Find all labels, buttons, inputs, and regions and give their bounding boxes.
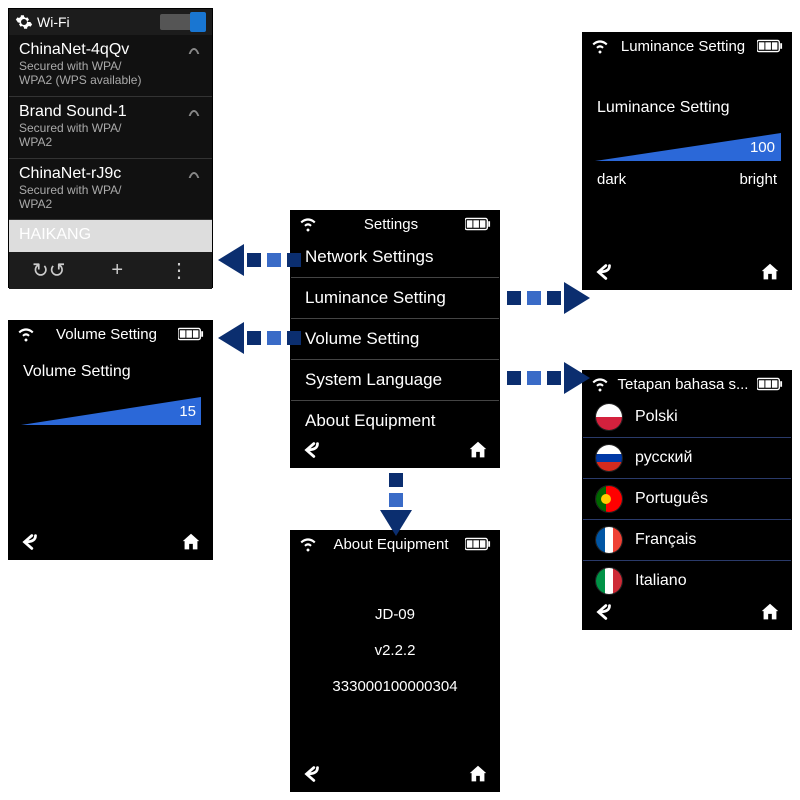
more-icon[interactable]: ⋮ [169,258,189,283]
flag-fr-icon [595,526,623,554]
arrow-to-language [504,362,590,394]
about-model: JD-09 [291,597,499,633]
language-option[interactable]: Polski [583,397,791,438]
signal-icon [186,42,202,58]
volume-label: Volume Setting [9,347,212,387]
menu-item-volume[interactable]: Volume Setting [291,319,499,360]
panel-title: Settings [317,216,465,233]
battery-icon [757,39,783,53]
refresh-icon[interactable]: ↻↺ [32,258,66,283]
home-button[interactable] [759,601,781,623]
luminance-value: 100 [750,139,775,156]
about-panel: About Equipment JD-09 v2.2.2 33300010000… [290,530,500,792]
back-button[interactable] [593,601,615,623]
flag-pt-icon [595,485,623,513]
wifi-network[interactable]: Brand Sound-1 Secured with WPA/ WPA2 [9,97,212,159]
add-network-icon[interactable]: + [111,259,123,282]
flag-pl-icon [595,403,623,431]
luminance-slider[interactable]: 100 [595,131,779,167]
panel-title: About Equipment [317,536,465,553]
battery-icon [465,537,491,551]
luminance-min-label: dark [597,171,626,188]
language-panel: Tetapan bahasa s... Polski русский [582,370,792,630]
back-button[interactable] [301,439,323,461]
battery-icon [757,377,783,391]
wifi-icon [299,215,317,233]
menu-item-language[interactable]: System Language [291,360,499,401]
about-version: v2.2.2 [291,633,499,669]
language-option[interactable]: русский [583,438,791,479]
arrow-to-wifi [218,244,304,276]
flag-ru-icon [595,444,623,472]
back-button[interactable] [301,763,323,785]
home-button[interactable] [180,531,202,553]
arrow-to-about [380,470,412,536]
wifi-network[interactable]: ChinaNet-4qQv Secured with WPA/ WPA2 (WP… [9,35,212,97]
arrow-to-luminance [504,282,590,314]
wifi-icon [591,37,609,55]
menu-item-luminance[interactable]: Luminance Setting [291,278,499,319]
about-serial: 333000100000304 [291,669,499,705]
back-button[interactable] [593,261,615,283]
settings-panel: Settings Network Settings Luminance Sett… [290,210,500,468]
language-list: Polski русский Português Fran [583,397,791,601]
volume-value: 15 [179,403,196,420]
battery-icon [465,217,491,231]
home-button[interactable] [759,261,781,283]
luminance-panel: Luminance Setting Luminance Setting 100 … [582,32,792,290]
wifi-network[interactable]: ChinaNet-rJ9c Secured with WPA/ WPA2 [9,159,212,221]
wifi-network[interactable]: HAIKANG [9,220,212,252]
signal-icon [186,104,202,120]
volume-panel: Volume Setting Volume Setting 15 [8,320,213,560]
wifi-icon [17,325,35,343]
home-button[interactable] [467,763,489,785]
luminance-label: Luminance Setting [583,59,791,123]
language-option[interactable]: Português [583,479,791,520]
panel-title: Luminance Setting [609,38,757,55]
signal-icon [186,166,202,182]
home-button[interactable] [467,439,489,461]
wifi-network-list: ChinaNet-4qQv Secured with WPA/ WPA2 (WP… [9,35,212,252]
wifi-toggle[interactable] [160,14,206,30]
battery-icon [178,327,204,341]
wifi-panel: Wi-Fi ChinaNet-4qQv Secured with WPA/ WP… [8,8,213,288]
wifi-icon [299,535,317,553]
wifi-title: Wi-Fi [37,14,70,30]
gear-icon [15,13,33,31]
luminance-max-label: bright [739,171,777,188]
wifi-icon [591,375,609,393]
flag-it-icon [595,567,623,595]
arrow-to-volume [218,322,304,354]
back-button[interactable] [19,531,41,553]
language-option[interactable]: Français [583,520,791,561]
menu-item-network[interactable]: Network Settings [291,237,499,278]
panel-title: Tetapan bahasa s... [609,376,757,393]
volume-slider[interactable]: 15 [21,395,200,431]
panel-title: Volume Setting [35,326,178,343]
